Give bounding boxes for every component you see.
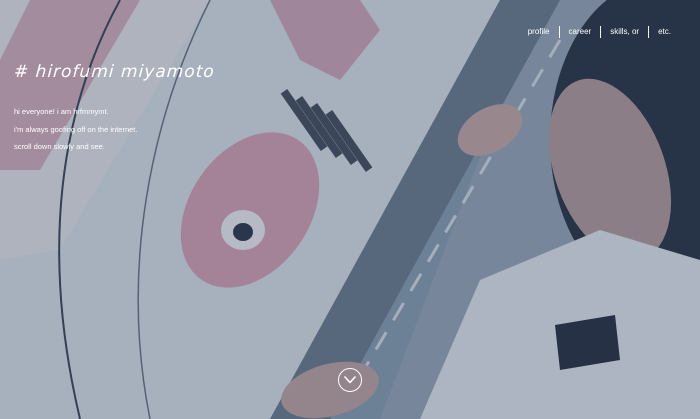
chevron-down-icon bbox=[344, 376, 356, 384]
intro-line: i'm always goofing off on the internet. bbox=[14, 124, 138, 134]
nav-item-etc[interactable]: etc. bbox=[649, 26, 680, 38]
nav-item-skills[interactable]: skills, or bbox=[601, 26, 648, 38]
site-title: # hirofumi miyamoto bbox=[13, 62, 216, 82]
nav-item-career[interactable]: career bbox=[560, 26, 601, 38]
hero-section: profile career skills, or etc. # hirofum… bbox=[0, 0, 700, 419]
intro-line: scroll down slowly and see. bbox=[14, 142, 105, 151]
scroll-down-button[interactable] bbox=[338, 368, 362, 392]
nav-divider bbox=[600, 26, 602, 38]
intro-line: hi everyone! i am hrfmmymt. bbox=[14, 107, 109, 116]
intro-text: hi everyone! i am hrfmmymt. i'm always g… bbox=[14, 108, 137, 161]
top-nav: profile career skills, or etc. bbox=[519, 26, 680, 38]
nav-divider bbox=[558, 26, 560, 38]
nav-item-profile[interactable]: profile bbox=[519, 26, 559, 38]
nav-divider bbox=[648, 26, 650, 38]
